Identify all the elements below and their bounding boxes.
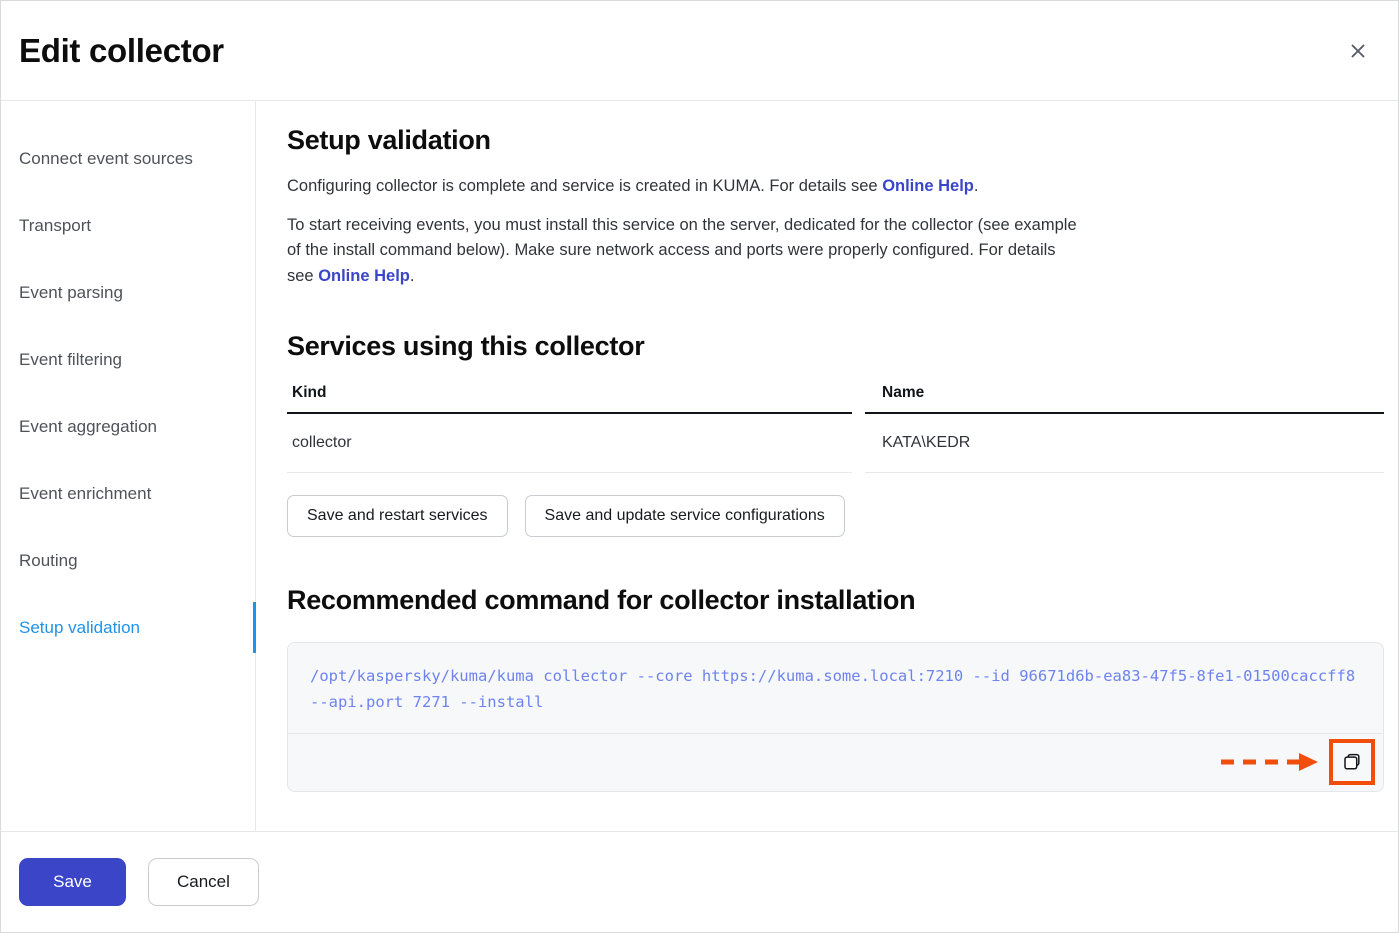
install-command-card: /opt/kaspersky/kuma/kuma collector --cor… <box>287 641 1384 792</box>
sidebar-item-event-parsing[interactable]: Event parsing <box>1 259 255 326</box>
services-table: Kind Name collector KATA\KEDR <box>287 384 1384 473</box>
sidebar-item-label: Setup validation <box>19 617 140 637</box>
sidebar-item-label: Event parsing <box>19 282 123 302</box>
save-button[interactable]: Save <box>19 858 126 906</box>
section-title-setup-validation: Setup validation <box>287 125 491 155</box>
intro-paragraph-1: Configuring collector is complete and se… <box>287 174 1077 200</box>
table-cell-name: KATA\KEDR <box>865 413 1384 473</box>
sidebar-item-setup-validation[interactable]: Setup validation <box>1 594 256 661</box>
paragraph-1-text-after: . <box>973 177 979 195</box>
sidebar-item-label: Event filtering <box>19 349 122 369</box>
dialog-main-content: Setup validation Configuring collector i… <box>256 101 1398 831</box>
dialog-header: Edit collector <box>1 1 1398 101</box>
dialog-sidebar: Connect event sources Transport Event pa… <box>1 101 256 831</box>
active-indicator-bar <box>253 602 256 653</box>
online-help-link-1[interactable]: Online Help <box>882 177 974 195</box>
sidebar-item-event-enrichment[interactable]: Event enrichment <box>1 460 255 527</box>
save-and-update-service-configurations-button[interactable]: Save and update service configurations <box>524 495 845 537</box>
dialog-footer: Save Cancel <box>1 831 1398 932</box>
table-header-row: Kind Name <box>287 384 1384 414</box>
online-help-link-2[interactable]: Online Help <box>318 267 410 285</box>
sidebar-item-label: Transport <box>19 215 92 235</box>
annotation-arrow-icon <box>1221 753 1318 772</box>
sidebar-item-label: Event enrichment <box>19 483 152 503</box>
table-cell-kind: collector <box>287 413 852 473</box>
service-action-buttons: Save and restart services Save and updat… <box>287 495 1382 537</box>
paragraph-1-text-before: Configuring collector is complete and se… <box>287 177 883 195</box>
section-title-recommended-command: Recommended command for collector instal… <box>287 584 916 615</box>
sidebar-item-label: Connect event sources <box>19 148 193 168</box>
copy-icon[interactable] <box>1329 739 1375 786</box>
table-cell-gap <box>852 413 865 473</box>
cancel-button[interactable]: Cancel <box>148 858 259 906</box>
sidebar-item-transport[interactable]: Transport <box>1 192 255 259</box>
table-header-gap <box>852 384 865 413</box>
close-icon[interactable] <box>1344 37 1372 65</box>
sidebar-item-routing[interactable]: Routing <box>1 527 255 594</box>
save-and-restart-services-button[interactable]: Save and restart services <box>287 495 508 537</box>
edit-collector-dialog: Edit collector Connect event sources Tra… <box>0 0 1399 933</box>
section-title-services: Services using this collector <box>287 331 645 361</box>
sidebar-item-event-filtering[interactable]: Event filtering <box>1 326 255 393</box>
table-header-name: Name <box>865 384 1384 414</box>
sidebar-item-connect-event-sources[interactable]: Connect event sources <box>1 125 255 192</box>
install-command-text: /opt/kaspersky/kuma/kuma collector --cor… <box>310 666 1365 711</box>
install-command-toolbar <box>288 732 1383 791</box>
page-title: Edit collector <box>19 31 224 69</box>
sidebar-item-event-aggregation[interactable]: Event aggregation <box>1 393 255 460</box>
dialog-body: Connect event sources Transport Event pa… <box>1 101 1398 831</box>
sidebar-item-label: Routing <box>19 550 78 570</box>
table-row[interactable]: collector KATA\KEDR <box>287 413 1384 473</box>
intro-paragraph-2: To start receiving events, you must inst… <box>287 213 1077 290</box>
table-header-kind: Kind <box>287 384 852 414</box>
paragraph-2-text-after: . <box>409 266 415 285</box>
sidebar-item-label: Event aggregation <box>19 416 157 436</box>
